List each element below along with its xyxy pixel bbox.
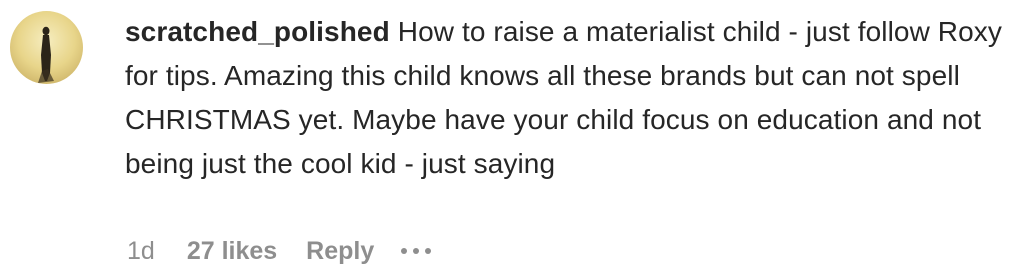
avatar-image — [10, 11, 83, 84]
ellipsis-icon[interactable] — [401, 236, 432, 266]
ellipsis-dot — [413, 248, 420, 254]
ellipsis-dot — [401, 248, 408, 254]
comment-meta: 1d 27 likes Reply — [127, 236, 432, 266]
comment-time[interactable]: 1d — [127, 237, 155, 266]
comment-username[interactable]: scratched_polished — [125, 16, 390, 47]
comment: scratched_polished How to raise a materia… — [0, 0, 1024, 267]
comment-body: scratched_polished How to raise a materia… — [125, 10, 1010, 186]
comment-likes[interactable]: 27 likes — [187, 237, 277, 266]
ellipsis-dot — [425, 248, 432, 254]
avatar[interactable] — [10, 11, 83, 84]
reply-button[interactable]: Reply — [306, 237, 374, 266]
